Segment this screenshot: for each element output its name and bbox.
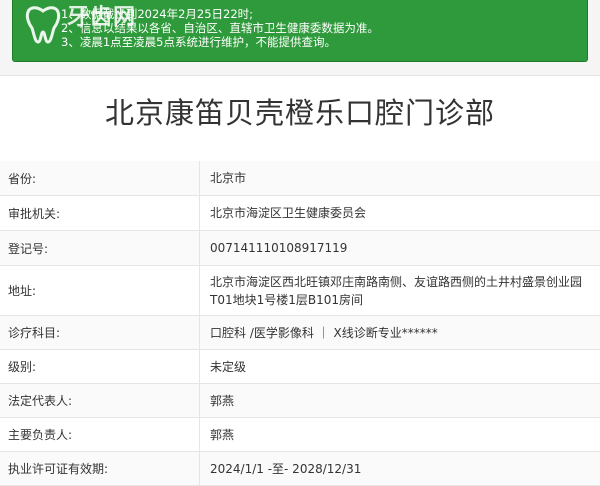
table-row-registration: 登记号: 007141110108917119: [0, 231, 600, 266]
field-value: 未定级: [210, 359, 247, 374]
notice-line-1: 1、数据截止到2024年2月25日22时;: [61, 7, 254, 21]
field-value: 北京市海淀区西北旺镇邓庄南路南侧、友谊路西侧的土井村盛景创业园T01地块1号楼1…: [210, 274, 583, 307]
field-label: 审批机关:: [0, 196, 200, 230]
notice-banner: 牙齿网 1、数据截止到2024年2月25日22时; 2、信息以结果以各省、自治区…: [12, 0, 588, 62]
table-row-license-validity: 执业许可证有效期: 2024/1/1 -至- 2028/12/31: [0, 452, 600, 486]
table-row-principal: 主要负责人: 郭燕: [0, 418, 600, 452]
table-row-departments: 诊疗科目: 口腔科 /医学影像科 ｜ X线诊断专业******: [0, 316, 600, 350]
field-label: 省份:: [0, 161, 200, 195]
table-row-address: 地址: 北京市海淀区西北旺镇邓庄南路南侧、友谊路西侧的土井村盛景创业园T01地块…: [0, 266, 600, 316]
field-label: 级别:: [0, 350, 200, 383]
field-label: 法定代表人:: [0, 384, 200, 417]
field-label: 主要负责人:: [0, 418, 200, 451]
field-label: 登记号:: [0, 231, 200, 265]
field-value: 郭燕: [210, 427, 235, 442]
field-value: 北京市海淀区卫生健康委员会: [210, 206, 367, 220]
info-table: 省份: 北京市 审批机关: 北京市海淀区卫生健康委员会 登记号: 0071411…: [0, 161, 600, 486]
notice-line-3: 3、凌晨1点至凌晨5点系统进行维护，不能提供查询。: [61, 35, 336, 49]
page-title: 北京康笛贝壳橙乐口腔门诊部: [104, 96, 495, 130]
table-row-authority: 审批机关: 北京市海淀区卫生健康委员会: [0, 196, 600, 231]
field-value: 北京市: [210, 171, 247, 185]
clinic-info-card: 北京康笛贝壳橙乐口腔门诊部 省份: 北京市 审批机关: 北京市海淀区卫生健康委员…: [0, 75, 600, 486]
field-label: 地址:: [0, 266, 200, 315]
field-label: 诊疗科目:: [0, 316, 200, 349]
field-value: 口腔科 /医学影像科 ｜ X线诊断专业******: [210, 325, 438, 340]
field-value: 007141110108917119: [210, 241, 348, 255]
tooth-icon: [25, 6, 61, 44]
field-value: 郭燕: [210, 393, 235, 408]
table-row-legal-rep: 法定代表人: 郭燕: [0, 384, 600, 418]
table-row-province: 省份: 北京市: [0, 161, 600, 196]
table-row-level: 级别: 未定级: [0, 350, 600, 384]
notice-line-2: 2、信息以结果以各省、自治区、直辖市卫生健康委数据为准。: [61, 21, 379, 35]
